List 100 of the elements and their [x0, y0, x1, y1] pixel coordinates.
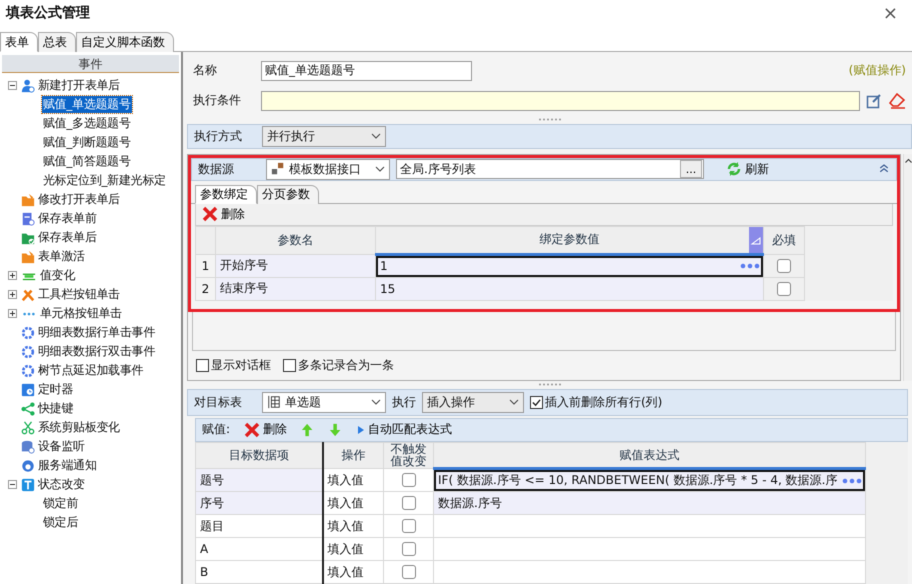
- operation-type-label: (赋值操作): [848, 62, 906, 80]
- document-icon: [21, 212, 35, 226]
- expression-cell[interactable]: [434, 514, 866, 538]
- expand-icon[interactable]: [8, 290, 17, 299]
- source-field[interactable]: 全局.序号列表 ...: [396, 159, 704, 180]
- close-button[interactable]: ×: [876, 2, 904, 24]
- tree-item[interactable]: 系统剪贴板变化: [37, 419, 121, 436]
- condition-field[interactable]: [261, 90, 860, 111]
- table-cell: 填入值: [322, 514, 384, 538]
- field-label: 执行: [392, 394, 416, 411]
- tree-item[interactable]: 赋值_简答题题号: [42, 153, 132, 170]
- ellipsis-icon[interactable]: [740, 263, 760, 270]
- ellipsis-icon[interactable]: [842, 478, 862, 484]
- folder-icon: [21, 192, 35, 206]
- scrollbar[interactable]: [903, 154, 912, 381]
- checkbox[interactable]: [402, 496, 416, 510]
- tree-item[interactable]: 工具栏按钮单击: [37, 286, 121, 303]
- table-icon: [267, 395, 281, 410]
- ring-icon: [21, 344, 35, 358]
- checkbox[interactable]: [196, 358, 209, 372]
- tree-item[interactable]: 赋值_多选题题号: [42, 115, 132, 132]
- folder-icon: [21, 250, 35, 264]
- tree-item[interactable]: 赋值_判断题题号: [42, 134, 132, 151]
- tree-item[interactable]: 值变化: [39, 267, 76, 284]
- tree-item[interactable]: 树节点延迟加载事件: [37, 362, 144, 379]
- execution-mode-select[interactable]: 并行执行: [262, 126, 386, 147]
- tree-item[interactable]: 单元格按钮单击: [39, 305, 123, 322]
- table-cell: 题号: [196, 468, 322, 492]
- tree-item[interactable]: 保存表单前: [37, 210, 98, 227]
- collapse-icon[interactable]: [8, 480, 17, 489]
- field-label: 执行条件: [193, 92, 242, 110]
- caret-icon: [371, 399, 381, 406]
- browse-button[interactable]: ...: [680, 160, 702, 178]
- column-header: 操作: [322, 442, 384, 468]
- tree-item[interactable]: 明细表数据行单击事件: [37, 324, 156, 341]
- checkbox-label: 多条记录合为一条: [298, 356, 394, 374]
- tree-item[interactable]: 服务端通知: [37, 457, 98, 474]
- sort-icon[interactable]: [749, 227, 762, 252]
- value-cell[interactable]: 1: [376, 254, 764, 278]
- name-field[interactable]: 赋值_单选题题号: [261, 60, 472, 81]
- field-label: 名称: [193, 62, 218, 80]
- value-cell[interactable]: 15: [376, 277, 764, 300]
- source-type-select[interactable]: 模板数据接口: [266, 158, 390, 180]
- tree-item[interactable]: 明细表数据行双击事件: [37, 343, 156, 360]
- tab[interactable]: 分页参数: [257, 184, 319, 204]
- column-header: 赋值表达式: [434, 442, 866, 468]
- target-table-select[interactable]: 单选题: [262, 392, 386, 413]
- tree-item[interactable]: 光标定位到_新建光标定: [42, 172, 167, 189]
- column-header: 事件: [2, 55, 179, 73]
- checkbox[interactable]: [402, 473, 416, 488]
- checkbox-label: 显示对话框: [211, 356, 271, 374]
- collapse-icon[interactable]: [8, 81, 17, 90]
- checkbox[interactable]: [402, 565, 416, 580]
- eraser-icon: [888, 92, 906, 109]
- column-header: 参数名: [216, 226, 376, 254]
- checkbox[interactable]: [402, 519, 416, 534]
- tree-item[interactable]: 表单激活: [37, 248, 86, 265]
- execute-select[interactable]: 插入操作: [422, 392, 524, 413]
- checkbox[interactable]: [402, 542, 416, 556]
- tab[interactable]: 参数绑定: [195, 184, 257, 204]
- checkbox[interactable]: [777, 259, 791, 274]
- delete-button[interactable]: 删除: [202, 206, 245, 223]
- table-cell: B: [196, 560, 322, 584]
- delete-button[interactable]: 删除: [244, 421, 288, 438]
- expand-icon[interactable]: [8, 309, 17, 318]
- blocks-icon: [271, 162, 285, 176]
- expression-cell[interactable]: [434, 538, 866, 560]
- caret-icon: [371, 133, 381, 140]
- column-header: 绑定参数值: [376, 226, 764, 254]
- auto-match-button[interactable]: 自动匹配表达式: [357, 421, 452, 438]
- tree-item[interactable]: 定时器: [37, 381, 74, 398]
- assignment-label: 赋值:: [202, 421, 230, 438]
- tree-item[interactable]: 锁定前: [42, 495, 80, 512]
- tree-item[interactable]: 状态改变: [37, 476, 86, 493]
- user-icon: [21, 78, 35, 92]
- database-icon: [21, 440, 35, 454]
- table-cell: 填入值: [322, 492, 384, 514]
- tab[interactable]: 总表: [38, 32, 76, 52]
- expression-cell[interactable]: 数据源.序号: [434, 492, 866, 514]
- tree-item[interactable]: 设备监听: [37, 438, 86, 455]
- table-cell: 填入值: [322, 468, 384, 492]
- tree-item[interactable]: 新建打开表单后: [37, 77, 121, 94]
- scroll-up-icon[interactable]: [904, 158, 912, 163]
- checkbox[interactable]: [777, 282, 791, 296]
- tree-item[interactable]: 快捷键: [37, 400, 74, 417]
- tab[interactable]: 表单: [0, 32, 38, 52]
- checkbox[interactable]: [530, 396, 543, 409]
- table-cell: A: [196, 538, 322, 560]
- caret-icon: [375, 166, 385, 172]
- checkbox[interactable]: [283, 358, 296, 372]
- column-header: 不触发值改变: [384, 442, 434, 468]
- expand-icon[interactable]: [8, 271, 17, 280]
- tree-item[interactable]: 保存表单后: [37, 229, 98, 246]
- tree-item[interactable]: 修改打开表单后: [37, 191, 121, 208]
- expression-cell[interactable]: IF( 数据源.序号 <= 10, RANDBETWEEN( 数据源.序号 * 5 - 4, 数据源.序: [434, 468, 866, 492]
- refresh-button[interactable]: 刷新: [726, 160, 769, 178]
- tab[interactable]: 自定义脚本函数: [76, 32, 174, 52]
- tree-item[interactable]: 锁定后: [42, 514, 80, 531]
- expression-cell[interactable]: [434, 560, 866, 584]
- tree-item[interactable]: 赋值_单选题题号: [42, 96, 132, 113]
